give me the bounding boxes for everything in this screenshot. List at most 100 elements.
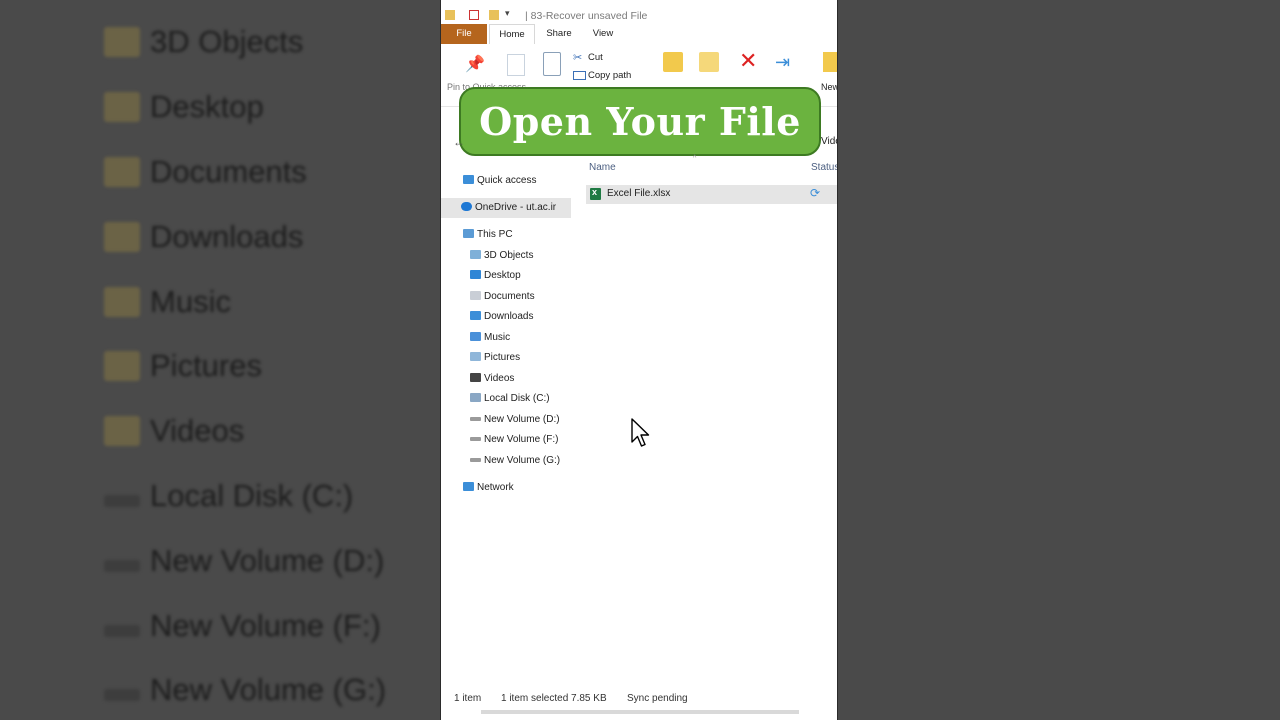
bg-item-label: Documents [150, 153, 307, 189]
new-folder-icon[interactable] [823, 52, 837, 72]
tab-view[interactable]: View [583, 24, 623, 44]
status-bar: 1 item 1 item selected 7.85 KB Sync pend… [441, 690, 837, 710]
sidebar-item-quick-access[interactable]: Quick access [463, 171, 536, 191]
sidebar-item-onedrive[interactable]: OneDrive - ut.ac.ir [441, 198, 571, 218]
sidebar-item-local-disk-c[interactable]: Local Disk (C:) [470, 389, 550, 409]
bg-item: Local Disk (C:) [96, 464, 386, 529]
sidebar-item-label: Desktop [484, 270, 521, 281]
bg-item: Documents [96, 140, 386, 205]
folder-icon [104, 416, 140, 447]
sidebar-item-label: OneDrive - ut.ac.ir [475, 202, 557, 213]
bg-item: Downloads [96, 204, 386, 269]
sidebar-item-label: New Volume (F:) [484, 434, 559, 445]
taskbar-strip [481, 710, 799, 714]
bg-item-label: New Volume (G:) [150, 672, 387, 708]
bg-item-label: New Volume (D:) [150, 542, 385, 578]
rename-icon[interactable]: ⇥ [775, 52, 790, 72]
blurred-background-right [838, 0, 1280, 720]
sidebar-item-label: Downloads [484, 311, 534, 322]
pin-icon[interactable]: 📌 [465, 54, 485, 74]
window-title: | 83-Recover unsaved File [525, 10, 648, 22]
bg-item-label: Desktop [150, 89, 264, 125]
folder-icon [104, 156, 140, 187]
excel-file-icon [590, 187, 601, 200]
bg-item-label: Music [150, 283, 231, 319]
column-header-name[interactable]: Name [589, 162, 616, 173]
copy-path-button[interactable]: Copy path [588, 70, 631, 81]
chevron-down-icon[interactable]: ▾ [505, 8, 510, 19]
paste-icon[interactable] [543, 52, 561, 76]
video-icon [470, 373, 481, 382]
drive-icon [104, 624, 140, 637]
computer-icon [463, 229, 474, 238]
sidebar-item-videos[interactable]: Videos [470, 369, 514, 389]
sidebar-item-documents[interactable]: Documents [470, 287, 535, 307]
sidebar-item-label: 3D Objects [484, 250, 534, 261]
sidebar-item-music[interactable]: Music [470, 328, 510, 348]
mouse-cursor-icon [631, 418, 650, 447]
move-to-icon[interactable] [663, 52, 683, 72]
folder-icon [104, 351, 140, 382]
sidebar-item-label: New Volume (D:) [484, 414, 560, 425]
new-folder-label[interactable]: New folder [821, 82, 837, 92]
tab-share[interactable]: Share [539, 24, 579, 44]
cloud-icon [461, 202, 472, 211]
sidebar-item-downloads[interactable]: Downloads [470, 307, 533, 327]
selection-info: 1 item selected 7.85 KB [501, 693, 607, 704]
folder-icon [104, 221, 140, 252]
title-bar: ▾ | 83-Recover unsaved File [441, 4, 837, 26]
bg-item: Music [96, 269, 386, 334]
documents-icon [470, 291, 481, 300]
column-header-status[interactable]: Status [811, 162, 837, 173]
star-icon [463, 175, 474, 184]
bg-item: 3D Objects [96, 10, 386, 75]
ribbon-tabs: File Home Share View [441, 24, 837, 44]
sidebar-item-this-pc[interactable]: This PC [463, 225, 513, 245]
delete-icon[interactable]: ✕ [739, 50, 757, 72]
drive-icon [470, 437, 481, 441]
file-row[interactable]: Excel File.xlsx ⟳ [586, 185, 837, 204]
scissors-icon[interactable]: ✂ [573, 51, 582, 64]
sidebar-item-label: New Volume (G:) [484, 455, 561, 466]
music-icon [470, 332, 481, 341]
copy-icon[interactable] [507, 54, 525, 76]
sidebar-item-volume-g[interactable]: New Volume (G:) [470, 451, 560, 471]
sidebar-item-network[interactable]: Network [463, 478, 514, 498]
blurred-background-left: 3D Objects Desktop Documents Downloads M… [0, 0, 440, 720]
tab-home[interactable]: Home [489, 24, 535, 44]
sidebar-item-label: Documents [484, 291, 535, 302]
properties-icon[interactable] [469, 10, 479, 20]
cut-button[interactable]: Cut [588, 52, 603, 63]
address-bar-tail[interactable]: Vide [821, 136, 837, 147]
bg-item-label: New Volume (F:) [150, 607, 381, 643]
sidebar-item-volume-d[interactable]: New Volume (D:) [470, 410, 560, 430]
folder-icon [104, 286, 140, 317]
bg-item-label: 3D Objects [150, 24, 304, 60]
back-arrow-icon[interactable]: ← [453, 135, 465, 149]
copy-to-icon[interactable] [699, 52, 719, 72]
sidebar-item-label: This PC [477, 229, 513, 240]
sidebar-item-3d-objects[interactable]: 3D Objects [470, 246, 533, 266]
bg-item-label: Downloads [150, 218, 304, 254]
sidebar-item-label: Music [484, 332, 511, 343]
bg-item: New Volume (G:) [96, 658, 386, 720]
sidebar-item-desktop[interactable]: Desktop [470, 266, 521, 286]
bg-item-label: Pictures [150, 348, 262, 384]
sidebar-item-label: Local Disk (C:) [484, 393, 550, 404]
desktop-icon [470, 270, 481, 279]
file-name: Excel File.xlsx [607, 188, 671, 199]
sidebar-item-pictures[interactable]: Pictures [470, 348, 520, 368]
sidebar-item-label: Quick access [477, 175, 537, 186]
tab-file[interactable]: File [441, 24, 487, 44]
drive-icon [104, 494, 140, 507]
bg-item-label: Videos [150, 413, 245, 449]
sidebar-item-volume-f[interactable]: New Volume (F:) [470, 430, 558, 450]
open-your-file-banner: Open Your File [459, 87, 821, 156]
bg-item: New Volume (D:) [96, 528, 386, 593]
drive-icon [470, 393, 481, 402]
new-folder-icon[interactable] [489, 10, 499, 20]
sidebar-item-label: Videos [484, 373, 515, 384]
file-explorer-window: ▾ | 83-Recover unsaved File File Home Sh… [440, 0, 838, 720]
download-icon [470, 311, 481, 320]
sidebar-item-label: Network [477, 482, 514, 493]
